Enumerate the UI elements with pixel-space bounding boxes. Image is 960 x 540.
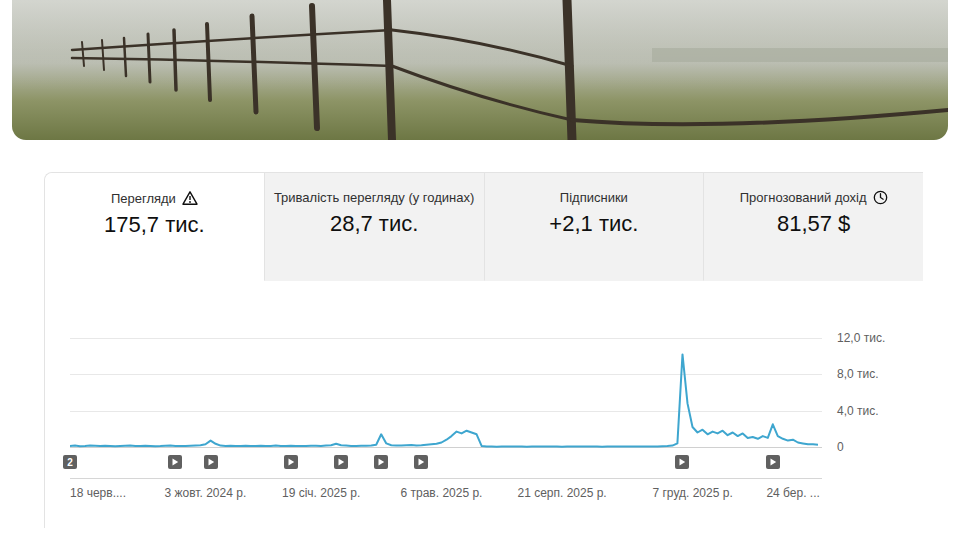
metric-value: 175,7 тис. xyxy=(104,212,205,238)
metric-value: 28,7 тис. xyxy=(330,211,418,237)
metric-label-text: Підписники xyxy=(560,190,628,205)
marker-count: 2 xyxy=(67,457,73,468)
x-axis-label: 7 груд. 2025 р. xyxy=(652,486,732,500)
time-axis xyxy=(70,478,822,479)
play-icon xyxy=(678,458,686,466)
series-line xyxy=(70,354,818,446)
x-axis-label: 3 жовт. 2024 р. xyxy=(165,486,247,500)
y-axis-label: 0 xyxy=(837,440,844,454)
x-axis-label: 21 серп. 2025 р. xyxy=(517,486,606,500)
video-marker[interactable] xyxy=(204,455,218,469)
video-marker[interactable] xyxy=(334,455,348,469)
play-icon xyxy=(337,458,345,466)
video-marker[interactable] xyxy=(168,455,182,469)
x-axis-label: 6 трав. 2025 р. xyxy=(400,486,482,500)
metric-tabs: Перегляди 175,7 тис. Тривалість перегляду … xyxy=(45,173,923,281)
metric-value: +2,1 тис. xyxy=(549,211,638,237)
play-icon xyxy=(207,458,215,466)
metric-tab[interactable]: Підписники +2,1 тис. xyxy=(484,173,704,281)
y-axis-label: 12,0 тис. xyxy=(837,331,885,345)
metric-tab[interactable]: Прогнозований дохід 81,57 $ xyxy=(703,173,923,281)
y-axis-label: 8,0 тис. xyxy=(837,367,879,381)
video-marker[interactable] xyxy=(414,455,428,469)
metric-label-text: Перегляди xyxy=(111,191,176,206)
video-group-marker[interactable]: 2 xyxy=(63,455,77,469)
video-marker[interactable] xyxy=(374,455,388,469)
video-marker[interactable] xyxy=(675,455,689,469)
grid-line xyxy=(70,374,822,375)
grid-line xyxy=(70,411,822,412)
play-icon xyxy=(171,458,179,466)
views-chart: 12,0 тис. 8,0 тис. 4,0 тис. 0 2 18 черв.... 3 … xyxy=(45,281,923,528)
x-axis-label: 24 бер. ... xyxy=(766,486,819,500)
clock-icon xyxy=(873,190,888,205)
metric-label-text: Тривалість перегляду (у годинах) xyxy=(274,190,474,205)
metric-label-text: Прогнозований дохід xyxy=(740,190,867,205)
x-axis-label: 18 черв.... xyxy=(70,486,126,500)
metric-tab-label: Прогнозований дохід xyxy=(740,190,888,205)
play-icon xyxy=(377,458,385,466)
video-marker[interactable] xyxy=(766,455,780,469)
grid-line xyxy=(70,338,822,339)
metric-tab[interactable]: Тривалість перегляду (у годинах) 28,7 тис… xyxy=(264,173,484,281)
play-icon xyxy=(769,458,777,466)
play-icon xyxy=(417,458,425,466)
grid-line xyxy=(70,447,822,448)
x-axis-label: 19 січ. 2025 р. xyxy=(282,486,360,500)
video-marker[interactable] xyxy=(284,455,298,469)
analytics-card: Перегляди 175,7 тис. Тривалість перегляду … xyxy=(44,172,923,528)
banner-fence-icon xyxy=(12,0,948,140)
warning-icon xyxy=(182,190,198,206)
y-axis-label: 4,0 тис. xyxy=(837,404,879,418)
metric-tab[interactable]: Перегляди 175,7 тис. xyxy=(45,173,264,281)
metric-tab-label: Перегляди xyxy=(111,190,198,206)
metric-value: 81,57 $ xyxy=(777,211,850,237)
metric-tab-label: Тривалість перегляду (у годинах) xyxy=(274,190,474,205)
play-icon xyxy=(287,458,295,466)
channel-banner xyxy=(12,0,948,140)
metric-tab-label: Підписники xyxy=(560,190,628,205)
